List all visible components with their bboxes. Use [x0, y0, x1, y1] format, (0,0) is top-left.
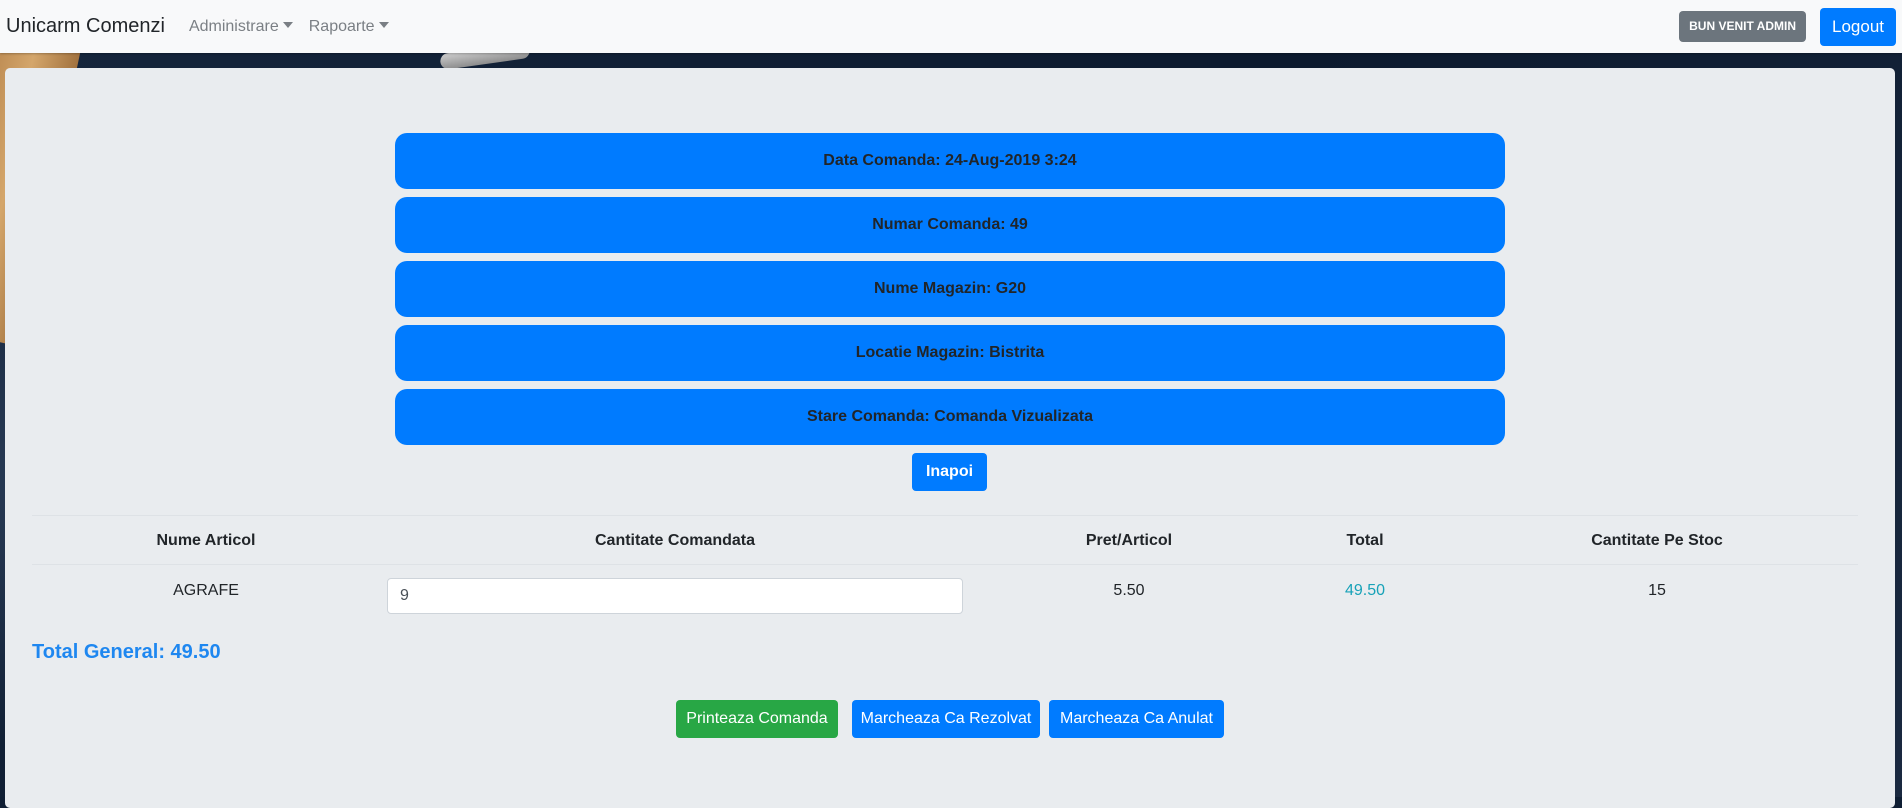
store-name-box: Nume Magazin: G20	[395, 261, 1505, 317]
table-top-divider	[32, 515, 1858, 516]
mark-cancelled-button[interactable]: Marcheaza Ca Anulat	[1049, 700, 1224, 738]
navbar-right: BUN VENIT ADMIN Logout	[1679, 7, 1896, 46]
cell-stock: 15	[1648, 582, 1666, 599]
grand-total: Total General: 49.50	[32, 641, 221, 663]
order-status-box: Stare Comanda: Comanda Vizualizata	[395, 389, 1505, 445]
table-header-divider	[32, 564, 1858, 565]
store-location-box: Locatie Magazin: Bistrita	[395, 325, 1505, 381]
print-order-button[interactable]: Printeaza Comanda	[676, 700, 838, 738]
brand-link[interactable]: Unicarm Comenzi	[6, 15, 165, 38]
col-header-total: Total	[1346, 532, 1384, 549]
chevron-down-icon	[282, 21, 293, 28]
cell-item-name: AGRAFE	[173, 582, 239, 599]
order-number-box: Numar Comanda: 49	[395, 197, 1505, 253]
menu-administrare[interactable]: Administrare	[189, 18, 293, 36]
quantity-input[interactable]	[387, 578, 963, 614]
menu-administrare-label: Administrare	[188, 17, 279, 35]
col-header-quantity: Cantitate Comandata	[594, 532, 756, 549]
col-header-item-name: Nume Articol	[156, 532, 256, 549]
order-date-box: Data Comanda: 24-Aug-2019 3:24	[395, 133, 1505, 189]
back-button[interactable]: Inapoi	[912, 453, 987, 491]
mark-resolved-button[interactable]: Marcheaza Ca Rezolvat	[852, 700, 1040, 738]
chevron-down-icon	[378, 21, 389, 28]
cell-total: 49.50	[1344, 582, 1386, 599]
col-header-unit-price: Pret/Articol	[1085, 532, 1173, 549]
top-navbar: Unicarm Comenzi Administrare Rapoarte BU…	[0, 0, 1902, 53]
menu-rapoarte-label: Rapoarte	[308, 17, 375, 35]
welcome-badge: BUN VENIT ADMIN	[1679, 11, 1806, 42]
col-header-stock: Cantitate Pe Stoc	[1591, 532, 1723, 549]
cell-unit-price: 5.50	[1113, 582, 1145, 599]
menu-rapoarte[interactable]: Rapoarte	[309, 18, 389, 36]
logout-button[interactable]: Logout	[1820, 7, 1896, 46]
